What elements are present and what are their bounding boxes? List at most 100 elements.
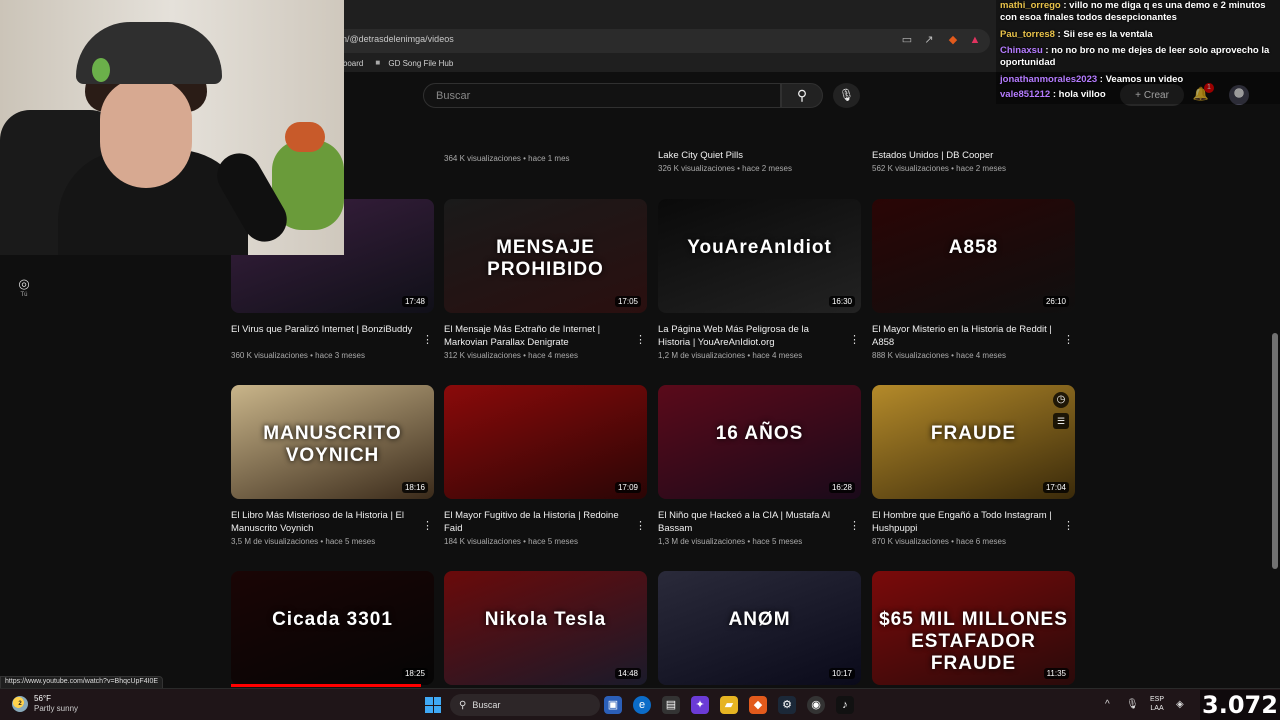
weather-widget[interactable]: 2 56°F Partly sunny xyxy=(12,694,78,714)
more-options-icon[interactable]: ⋮ xyxy=(635,519,646,533)
tiktok-icon[interactable]: ♪ xyxy=(836,696,854,714)
video-thumbnail[interactable]: ANØM 10:17 xyxy=(658,571,861,685)
chevron-up-icon[interactable]: ^ xyxy=(1105,699,1110,710)
video-thumbnail[interactable]: Cicada 3301 18:25 xyxy=(231,571,434,685)
video-thumbnail[interactable]: 16 AÑOS 16:28 xyxy=(658,385,861,499)
thumbnail-text: Cicada 3301 xyxy=(272,609,393,630)
steam-icon[interactable]: ⚙ xyxy=(778,696,796,714)
video-title[interactable]: Estados Unidos | DB Cooper xyxy=(872,149,1075,162)
video-card[interactable]: FRAUDE 17:04 El Hombre que Engañó a Todo I… xyxy=(872,385,1075,546)
sidebar-item-you[interactable]: ◎ Tú xyxy=(14,276,34,298)
video-thumbnail[interactable]: FRAUDE 17:04 xyxy=(872,385,1075,499)
brave-rewards-icon[interactable]: ▲ xyxy=(968,33,982,47)
more-options-icon[interactable]: ⋮ xyxy=(635,333,646,347)
more-options-icon[interactable]: ⋮ xyxy=(1063,519,1074,533)
mic-icon[interactable]: 🎙 xyxy=(1126,699,1139,710)
video-card[interactable]: 17:09 El Mayor Fugitivo de la Historia | … xyxy=(444,385,647,546)
viewer-counter: 3.072 xyxy=(1200,690,1280,720)
weather-icon: 2 xyxy=(12,696,28,712)
scrollbar-thumb[interactable] xyxy=(1272,333,1278,569)
thumbnail-text: MENSAJE PROHIBIDO xyxy=(487,237,604,280)
video-title[interactable]: El Libro Más Misterioso de la Historia |… xyxy=(231,509,434,535)
taskbar-search-label: Buscar xyxy=(472,700,501,710)
video-title[interactable]: La Página Web Más Peligrosa de la Histor… xyxy=(658,323,861,349)
video-title[interactable]: El Virus que Paralizó Internet | BonziBu… xyxy=(231,323,434,349)
video-title[interactable]: El Hombre que Engañó a Todo Instagram | … xyxy=(872,509,1075,535)
video-card[interactable]: 364 K visualizaciones • hace 1 mes xyxy=(444,152,647,163)
taskbar-search[interactable]: ⚲ Buscar xyxy=(450,694,600,716)
cast-icon[interactable]: ▭ xyxy=(900,33,914,47)
video-card[interactable]: Cicada 3301 18:25 xyxy=(231,571,434,685)
address-bar[interactable]: n/@detrasdelenimga/videos xyxy=(330,29,990,53)
video-meta: 360 K visualizaciones • hace 3 meses xyxy=(231,351,365,360)
video-thumbnail[interactable]: A858 26:10 xyxy=(872,199,1075,313)
video-card[interactable]: A858 26:10 El Mayor Misterio en la Histori… xyxy=(872,199,1075,360)
duration-badge: 14:48 xyxy=(614,668,641,679)
bookmark-gd-song[interactable]: ■ GD Song File Hub xyxy=(375,59,453,68)
user-icon: ◎ xyxy=(18,276,30,291)
address-text[interactable]: n/@detrasdelenimga/videos xyxy=(342,34,454,44)
more-options-icon[interactable]: ⋮ xyxy=(422,333,433,347)
video-title[interactable]: Lake City Quiet Pills xyxy=(658,149,861,162)
thumbnail-text: 16 AÑOS xyxy=(715,423,804,444)
more-options-icon[interactable]: ⋮ xyxy=(849,519,860,533)
voice-search-button[interactable]: 🎙 xyxy=(833,83,860,108)
chat-username: mathi_orrego xyxy=(1000,0,1061,11)
search-placeholder: Buscar xyxy=(436,90,471,102)
video-card[interactable]: 16 AÑOS 16:28 El Niño que Hackeó a la CIA … xyxy=(658,385,861,546)
video-card[interactable]: Estados Unidos | DB Cooper 562 K visuali… xyxy=(872,149,1075,173)
copilot-icon[interactable]: ✦ xyxy=(691,696,709,714)
video-card[interactable]: Nikola Tesla 14:48 xyxy=(444,571,647,685)
duration-badge: 16:28 xyxy=(828,482,855,493)
store-icon[interactable]: ▤ xyxy=(662,696,680,714)
share-icon[interactable]: ↗ xyxy=(922,33,936,47)
video-meta: 184 K visualizaciones • hace 5 meses xyxy=(444,537,578,546)
video-thumbnail[interactable]: MANUSCRITO VOYNICH 18:16 xyxy=(231,385,434,499)
folder-icon[interactable]: ▰ xyxy=(720,696,738,714)
brave-shield-icon[interactable]: ◆ xyxy=(946,33,960,47)
thumbnail-text: Nikola Tesla xyxy=(484,609,607,630)
chat-text: hola villoo xyxy=(1058,89,1106,100)
video-thumbnail[interactable]: MENSAJE PROHIBIDO 17:05 xyxy=(444,199,647,313)
duration-badge: 18:25 xyxy=(401,668,428,679)
video-thumbnail[interactable]: Nikola Tesla 14:48 xyxy=(444,571,647,685)
language-indicator[interactable]: ESP LAA xyxy=(1150,695,1164,713)
bookmarks-bar: ashboard ■ GD Song File Hub xyxy=(330,56,453,70)
folder-icon: ■ xyxy=(375,58,381,67)
duration-badge: 17:09 xyxy=(614,482,641,493)
video-meta: 870 K visualizaciones • hace 6 meses xyxy=(872,537,1006,546)
app-icon[interactable]: ▣ xyxy=(604,696,622,714)
chat-message: vale851212 : hola villoo xyxy=(1000,89,1106,100)
video-thumbnail[interactable]: $65 MIL MILLONES ESTAFADOR FRAUDE 11:35 xyxy=(872,571,1075,685)
more-options-icon[interactable]: ⋮ xyxy=(849,333,860,347)
video-thumbnail[interactable]: 17:09 xyxy=(444,385,647,499)
video-card[interactable]: ANØM 10:17 xyxy=(658,571,861,685)
weather-temp: 56°F xyxy=(34,694,51,703)
video-card[interactable]: MENSAJE PROHIBIDO 17:05 El Mensaje Más Ext… xyxy=(444,199,647,360)
chat-username: jonathanmorales2023 xyxy=(1000,74,1098,85)
video-card[interactable]: YouAreAnIdiot 16:30 La Página Web Más Peli… xyxy=(658,199,861,360)
watch-later-icon[interactable]: ◷ xyxy=(1053,392,1069,408)
search-input[interactable]: Buscar xyxy=(423,83,781,108)
obs-icon[interactable]: ◉ xyxy=(807,696,825,714)
video-card[interactable]: $65 MIL MILLONES ESTAFADOR FRAUDE 11:35 xyxy=(872,571,1075,685)
video-title[interactable]: El Mayor Misterio en la Historia de Redd… xyxy=(872,323,1075,349)
search-button[interactable]: ⚲ xyxy=(781,83,823,108)
edge-icon[interactable]: e xyxy=(633,696,651,714)
thumbnail-text: ANØM xyxy=(728,609,791,630)
add-to-queue-icon[interactable]: ☰ xyxy=(1053,413,1069,429)
wifi-icon[interactable]: ◈ xyxy=(1176,699,1184,710)
brave-icon[interactable]: ◆ xyxy=(749,696,767,714)
start-button[interactable] xyxy=(425,697,441,713)
duration-badge: 11:35 xyxy=(1043,668,1069,679)
video-card[interactable]: Lake City Quiet Pills 326 K visualizacio… xyxy=(658,149,861,173)
more-options-icon[interactable]: ⋮ xyxy=(422,519,433,533)
video-title[interactable]: El Niño que Hackeó a la CIA | Mustafa Al… xyxy=(658,509,861,535)
video-title[interactable]: El Mayor Fugitivo de la Historia | Redoi… xyxy=(444,509,647,535)
more-options-icon[interactable]: ⋮ xyxy=(1063,333,1074,347)
chat-message: Pau_torres8 : Sii ese es la ventala xyxy=(1000,29,1153,40)
video-meta: 562 K visualizaciones • hace 2 meses xyxy=(872,164,1006,173)
video-card[interactable]: MANUSCRITO VOYNICH 18:16 El Libro Más Mist… xyxy=(231,385,434,546)
video-title[interactable]: El Mensaje Más Extraño de Internet | Mar… xyxy=(444,323,647,349)
video-thumbnail[interactable]: YouAreAnIdiot 16:30 xyxy=(658,199,861,313)
